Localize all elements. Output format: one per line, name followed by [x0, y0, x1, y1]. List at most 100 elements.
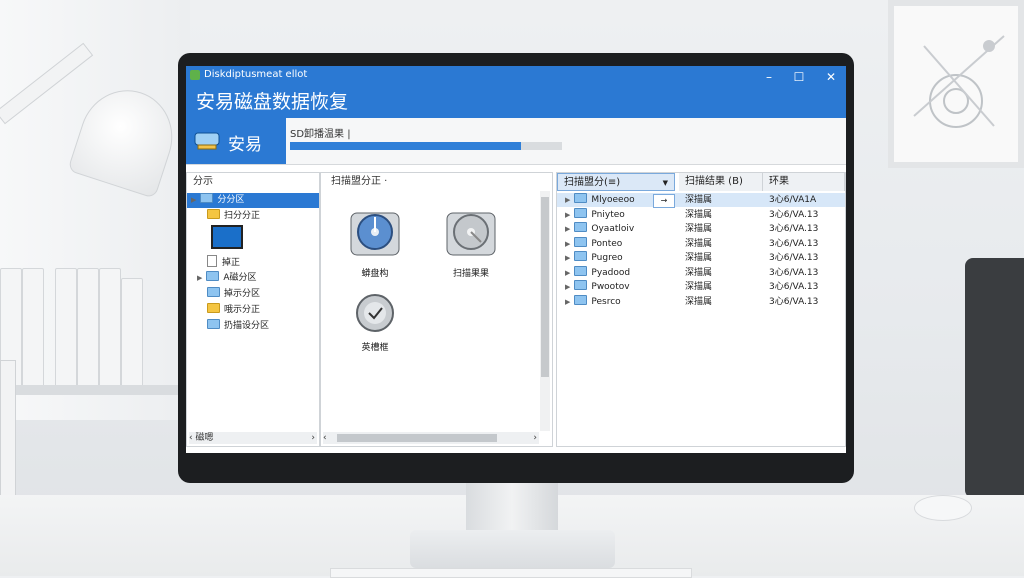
folder-icon — [207, 303, 220, 313]
horizontal-scrollbar[interactable]: ‹ 磁嗯 › — [189, 432, 317, 444]
background-shelf — [0, 250, 175, 390]
disk-item[interactable]: 蟒盘构 — [345, 207, 405, 279]
tree-item[interactable]: 扔描设分区 — [207, 319, 269, 334]
expand-arrow-icon[interactable]: ▶ — [197, 271, 202, 286]
folder-icon — [207, 287, 220, 297]
result-name: Pugreo — [591, 253, 623, 263]
disk-select-pane: 扫描盟分正 · 蟒盘构 扫描果果 英槽框 ‹ › — [320, 172, 553, 447]
tree-item[interactable]: 扫分分正 — [207, 209, 260, 224]
result-row[interactable]: ▶ Oyaatloiv 深描属 3心6/VA.13 — [557, 222, 845, 236]
result-name: Pniyteo — [591, 209, 625, 220]
result-row[interactable]: ▶ Pugreo 深描属 3心6/VA.13 — [557, 251, 845, 265]
tree-item[interactable]: ▶ 分分区 — [187, 193, 319, 208]
result-name: Pyadood — [591, 267, 631, 278]
result-name: Pwootov — [591, 282, 630, 292]
minimize-button[interactable]: – — [756, 68, 782, 86]
result-row[interactable]: ▶ Mlyoeeoo → 深描属 3心6/VA1A — [557, 193, 845, 208]
tree-item[interactable]: 哦示分正 — [207, 303, 260, 318]
expand-arrow-icon[interactable]: ▶ — [565, 266, 570, 280]
expand-arrow-icon[interactable]: ▶ — [565, 295, 570, 309]
disk-label: 英槽框 — [361, 343, 389, 353]
tree-item-label: 掉示分区 — [224, 289, 261, 299]
result-row[interactable]: ▶ Pwootov 深描属 3心6/VA.13 — [557, 280, 845, 294]
tree-item-label: A磁分区 — [223, 273, 257, 283]
result-row[interactable]: ▶ Pesrco 深描属 3心6/VA.13 — [557, 294, 845, 309]
scroll-right-icon[interactable]: › — [311, 432, 315, 444]
title-bar: Diskdiptusmeat ellot 安易磁盘数据恢复 – ☐ ✕ — [186, 66, 846, 118]
column-header-date[interactable]: 环果 — [763, 173, 845, 191]
scroll-right-icon[interactable]: › — [533, 432, 537, 444]
shelf-board — [0, 385, 180, 395]
folder-icon — [574, 193, 588, 203]
row-content: ▶ Pugreo — [561, 251, 623, 265]
disk-select-header: 扫描盟分正 · — [331, 176, 388, 187]
monitor: Diskdiptusmeat ellot 安易磁盘数据恢复 – ☐ ✕ 安易 S… — [178, 53, 854, 483]
result-row[interactable]: ▶ Pniyteo 深描属 3心6/VA.13 — [557, 207, 845, 222]
result-status: 深描属 — [685, 267, 713, 278]
maximize-button[interactable]: ☐ — [786, 68, 812, 86]
progress-bar-fill — [290, 142, 522, 150]
hard-disk-icon — [446, 212, 496, 256]
result-row[interactable]: ▶ Ponteo 深描属 3心6/VA.13 — [557, 236, 845, 251]
hard-disk-icon — [350, 212, 400, 256]
scrollbar-label: 磁嗯 — [195, 433, 214, 443]
expand-arrow-icon[interactable]: ▶ — [565, 237, 570, 251]
vertical-scrollbar[interactable] — [540, 191, 550, 431]
expand-arrow-icon[interactable]: ▶ — [565, 208, 570, 222]
horizontal-scrollbar[interactable]: ‹ › — [323, 432, 539, 444]
tree-item-label: 哦示分正 — [224, 305, 261, 315]
column-header-name[interactable]: 扫描盟分(≡) ▼ — [557, 173, 675, 191]
computer-mouse — [914, 495, 972, 521]
restore-arrow-icon[interactable]: → — [653, 194, 675, 208]
result-date: 3心6/VA.13 — [769, 282, 819, 292]
wall-picture — [888, 0, 1024, 168]
brand-logo: 安易 — [186, 118, 286, 164]
folder-icon — [207, 209, 220, 219]
expand-arrow-icon[interactable]: ▶ — [565, 193, 570, 207]
expand-arrow-icon[interactable]: ▶ — [565, 222, 570, 236]
folder-icon — [207, 319, 220, 329]
column-header-status[interactable]: 扫描结果 (B) — [679, 173, 763, 191]
scan-progress-area: 安易 SD卸播温果 | — [186, 118, 846, 165]
result-name: Mlyoeeoo — [591, 195, 635, 205]
disk-item[interactable]: 英槽框 — [345, 293, 405, 353]
row-content: ▶ Pyadood — [561, 265, 631, 280]
row-content: ▶ Pniyteo — [561, 207, 625, 222]
expand-arrow-icon[interactable]: ▶ — [191, 193, 196, 208]
result-name: Oyaatloiv — [591, 224, 635, 234]
hard-drive-icon — [194, 132, 220, 150]
folder-icon — [574, 222, 588, 232]
expand-arrow-icon[interactable]: ▶ — [565, 251, 570, 265]
folder-icon — [574, 207, 588, 218]
tree-item[interactable]: 掉示分区 — [207, 287, 260, 302]
tree-item[interactable]: ▶ A磁分区 — [193, 271, 257, 286]
tree-item-label: 扫分分正 — [224, 211, 261, 221]
folder-icon — [574, 251, 588, 261]
folder-icon — [574, 280, 588, 290]
monitor-icon[interactable] — [211, 225, 243, 249]
tree-item[interactable]: 掉正 — [207, 255, 240, 270]
scroll-left-icon[interactable]: ‹ — [189, 433, 193, 443]
document-icon — [207, 255, 217, 267]
scrollbar-thumb[interactable] — [541, 197, 549, 377]
expand-arrow-icon[interactable]: ▶ — [565, 280, 570, 294]
keyboard — [330, 568, 692, 578]
result-status: 深描属 — [685, 224, 713, 234]
result-name: Pesrco — [591, 296, 621, 307]
progress-bar — [290, 142, 562, 150]
folder-icon — [206, 271, 220, 281]
office-chair — [965, 258, 1024, 498]
scroll-left-icon[interactable]: ‹ — [323, 433, 327, 443]
tree-item-label: 分分区 — [217, 195, 245, 205]
result-row[interactable]: ▶ Pyadood 深描属 3心6/VA.13 — [557, 265, 845, 280]
row-content: ▶ Mlyoeeoo — [561, 193, 635, 207]
disk-item[interactable]: 扫描果果 — [441, 207, 501, 279]
result-status: 深描属 — [685, 282, 713, 292]
tree-item-label: 掉正 — [222, 258, 241, 268]
scrollbar-thumb[interactable] — [337, 434, 497, 442]
dropdown-arrow-icon[interactable]: ▼ — [663, 174, 668, 192]
window-caption: Diskdiptusmeat ellot — [204, 69, 308, 80]
close-button[interactable]: ✕ — [818, 68, 844, 86]
row-content: ▶ Pesrco — [561, 294, 621, 309]
disk-label: 蟒盘构 — [361, 269, 389, 279]
